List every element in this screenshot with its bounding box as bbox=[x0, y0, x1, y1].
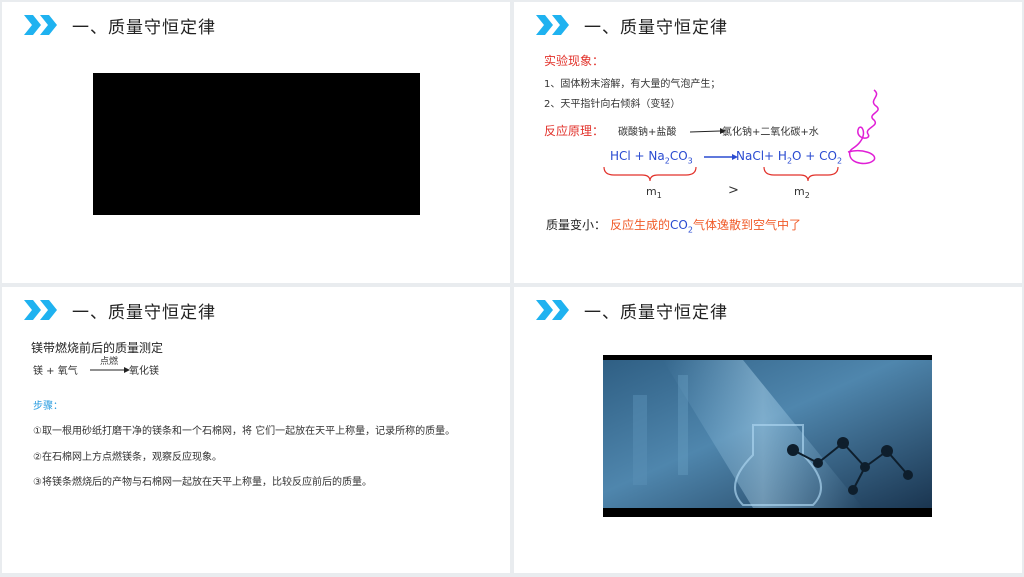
slide-title: 一、质量守恒定律 bbox=[584, 302, 728, 323]
slide-header: 一、质量守恒定律 bbox=[24, 297, 216, 323]
formula-products: NaCl+ H2O + CO2 bbox=[736, 149, 843, 166]
phenomenon-2: 2、天平指针向右倾斜（变轻） bbox=[544, 99, 681, 110]
step-2: ②在石棉网上方点燃镁条，观察反应现象。 bbox=[33, 452, 222, 463]
word-reactants: 碳酸钠+盐酸 bbox=[618, 127, 677, 138]
slide-2[interactable]: 一、质量守恒定律 实验现象： 1、固体粉末溶解，有大量的气泡产生； 2、天平指针… bbox=[514, 2, 1022, 283]
double-chevron-icon bbox=[24, 15, 57, 35]
slide-header: 一、质量守恒定律 bbox=[24, 12, 216, 38]
principle-label: 反应原理： bbox=[544, 124, 605, 138]
slide-3[interactable]: 一、质量守恒定律 镁带燃烧前后的质量测定 镁 + 氧气 点燃 氧化镁 步骤： ①… bbox=[2, 287, 510, 573]
slide-title: 一、质量守恒定律 bbox=[72, 17, 216, 38]
slide-header: 一、质量守恒定律 bbox=[536, 297, 728, 323]
video-player[interactable] bbox=[93, 73, 420, 215]
mass-reason: 反应生成的CO2气体逸散到空气中了 bbox=[610, 218, 801, 235]
slide-header: 一、质量守恒定律 bbox=[536, 12, 728, 38]
word-products: 氯化钠+二氧化碳+水 bbox=[722, 127, 819, 138]
slide-title: 一、质量守恒定律 bbox=[72, 302, 216, 323]
step-1: ①取一根用砂纸打磨干净的镁条和一个石棉网，将 它们一起放在天平上称量，记录所称的… bbox=[33, 426, 456, 437]
reaction-arrow bbox=[90, 367, 130, 373]
double-chevron-icon bbox=[536, 15, 569, 35]
slide-title: 一、质量守恒定律 bbox=[584, 17, 728, 38]
reaction-reactants: 镁 + 氧气 bbox=[33, 366, 78, 377]
steps-label: 步骤： bbox=[33, 401, 63, 412]
slide-4[interactable]: 一、质量守恒定律 bbox=[514, 287, 1022, 573]
compare-sign: > bbox=[728, 183, 739, 198]
step-3: ③将镁条燃烧后的产物与石棉网一起放在天平上称量，比较反应前后的质量。 bbox=[33, 477, 372, 488]
formula-reactants: HCl + Na2CO3 bbox=[610, 149, 693, 166]
reaction-product: 氧化镁 bbox=[129, 366, 159, 377]
phenomenon-1: 1、固体粉末溶解，有大量的气泡产生； bbox=[544, 79, 721, 90]
experiment-heading: 镁带燃烧前后的质量测定 bbox=[31, 341, 164, 355]
mass-label: 质量变小： bbox=[546, 218, 607, 232]
lab-glassware-image bbox=[603, 355, 932, 517]
m2-label: m2 bbox=[794, 185, 810, 201]
double-chevron-icon bbox=[536, 300, 569, 320]
phenomenon-label: 实验现象： bbox=[544, 54, 605, 68]
formula-arrow bbox=[704, 154, 738, 160]
reaction-arrow bbox=[690, 128, 726, 134]
slide-1[interactable]: 一、质量守恒定律 bbox=[2, 2, 510, 283]
m1-label: m1 bbox=[646, 185, 662, 201]
lab-video-frame[interactable] bbox=[603, 355, 932, 517]
double-chevron-icon bbox=[24, 300, 57, 320]
pen-annotation bbox=[847, 89, 879, 165]
mass-braces bbox=[603, 166, 839, 182]
